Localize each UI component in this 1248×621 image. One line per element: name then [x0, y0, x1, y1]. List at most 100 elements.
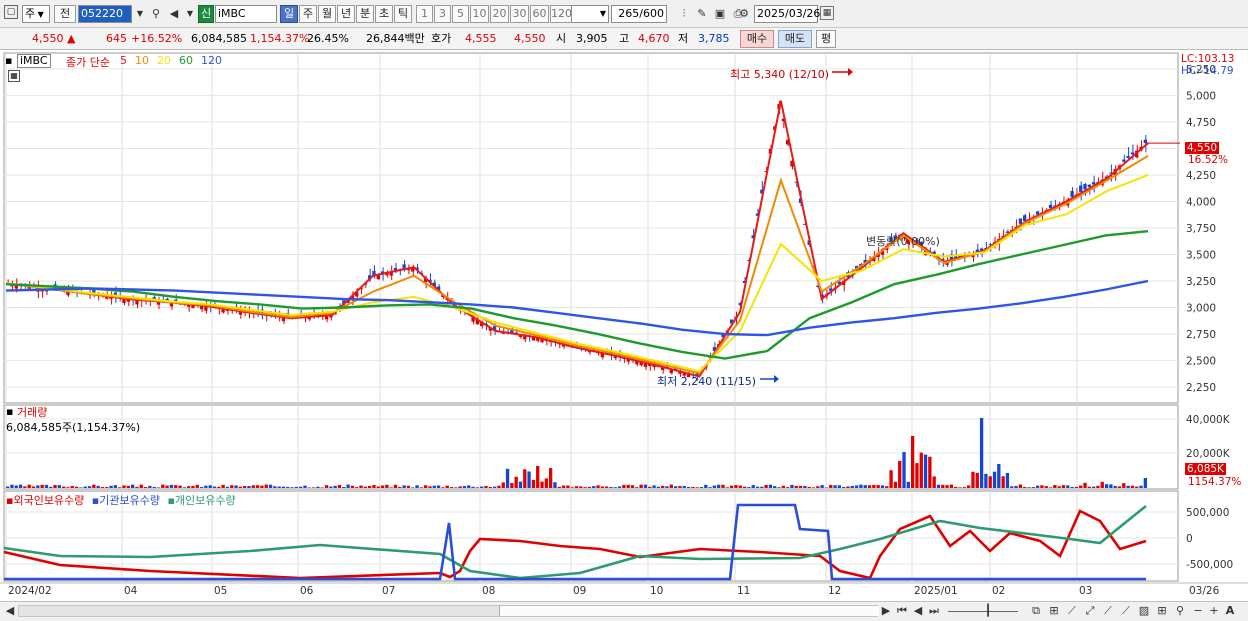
sell-button[interactable]: 매도 [778, 30, 812, 48]
interval-10[interactable]: 10 [470, 5, 489, 23]
gear-icon[interactable]: ⚙ [736, 6, 752, 22]
volume-bar [367, 485, 372, 488]
volume-bar [643, 484, 648, 488]
trend-icon[interactable]: ⟋ [1100, 603, 1116, 619]
speaker-icon[interactable]: ◀ [166, 6, 182, 22]
volume-bar [273, 486, 277, 488]
period-1[interactable]: 주 [299, 5, 317, 23]
minus-icon[interactable]: − [1190, 603, 1206, 619]
volume-bar [1143, 478, 1147, 488]
prev-button[interactable]: 전 [54, 5, 76, 23]
y-tick-label: 3,500 [1186, 250, 1216, 262]
volume-bar [893, 481, 898, 488]
volume-bar [768, 484, 773, 488]
interval-3[interactable]: 3 [434, 5, 451, 23]
interval-60[interactable]: 60 [530, 5, 549, 23]
draw-icon[interactable]: ⟋ [1064, 603, 1080, 619]
y-tick-label: 4,000 [1186, 196, 1216, 208]
volume-bar [648, 486, 652, 488]
date-input[interactable]: 2025/03/26 [754, 5, 820, 23]
y-tick-label: 3,250 [1186, 276, 1216, 288]
dropdown-icon[interactable]: ▼ [132, 6, 148, 22]
period-3[interactable]: 년 [337, 5, 355, 23]
x-tick-label: 09 [573, 585, 586, 597]
tool-icon[interactable]: ✎ [694, 6, 710, 22]
interval-30[interactable]: 30 [510, 5, 529, 23]
holdings-tick-label: 500,000 [1186, 507, 1229, 519]
avg-button[interactable]: 평 [816, 30, 836, 48]
volume-bar [691, 486, 695, 488]
market-select[interactable]: 주 ▼ [22, 5, 50, 23]
calendar-icon[interactable]: ▦ [820, 6, 834, 20]
search-icon[interactable]: ⚲ [148, 6, 164, 22]
forward-icon[interactable]: ⏭ [926, 603, 942, 619]
volume-bar [389, 487, 393, 488]
volume-bar [910, 436, 915, 488]
grid-icon[interactable]: ⊞ [1154, 603, 1170, 619]
volume-bar [1044, 486, 1048, 488]
save-icon[interactable]: ▣ [712, 6, 728, 22]
plus-icon[interactable]: + [1206, 603, 1222, 619]
zoom-slider-handle[interactable]: ┃ [980, 603, 996, 619]
image-icon[interactable]: ▨ [1136, 603, 1152, 619]
count-input[interactable]: 265/600 [611, 5, 667, 23]
code-input[interactable]: 052220 [78, 5, 132, 23]
candle-icon[interactable]: ⫶ [676, 6, 692, 22]
x-tick-label: 2025/01 [914, 585, 958, 597]
holdings-legend-1: ▪기관보유수량 [88, 494, 160, 507]
x-tick-label: 06 [300, 585, 314, 597]
volume-bar [462, 486, 467, 488]
interval-20[interactable]: 20 [490, 5, 509, 23]
scroll-left-icon[interactable]: ◀ [2, 603, 18, 619]
volume-bar [544, 478, 548, 488]
volume-bar [1027, 487, 1031, 488]
buy-button[interactable]: 매수 [740, 30, 774, 48]
volume-bar [760, 486, 764, 488]
volume-bar [1061, 485, 1066, 488]
back-icon[interactable]: ◀ [910, 603, 926, 619]
period-5[interactable]: 초 [375, 5, 393, 23]
interval-5[interactable]: 5 [452, 5, 469, 23]
volume-bar [355, 487, 359, 488]
volume-bar [518, 481, 523, 488]
volume-bar [174, 485, 178, 488]
volume-bar [1117, 486, 1122, 488]
interval-1[interactable]: 1 [416, 5, 433, 23]
zoom-in-icon[interactable]: ⚲ [1172, 603, 1188, 619]
volume-bar [734, 485, 738, 488]
rewind-icon[interactable]: ⏮ [894, 603, 910, 619]
volume-bar [436, 485, 441, 488]
period-0[interactable]: 일 [280, 5, 298, 23]
volume-bar [402, 485, 406, 488]
table-icon[interactable]: ▦ [8, 70, 20, 82]
trend2-icon[interactable]: ⟋ [1118, 603, 1134, 619]
volume-bar [66, 487, 70, 488]
play-icon[interactable]: ▶ [878, 603, 894, 619]
volume-bar [570, 487, 574, 488]
scrollbar-thumb[interactable] [499, 606, 879, 616]
period-4[interactable]: 분 [356, 5, 374, 23]
volume-bar [1074, 486, 1079, 488]
cursor-icon[interactable]: ⤢ [1082, 603, 1098, 619]
price-chart[interactable]: 2024/02 04 05 06 07 08 09 10 11 12 2025/01 02 03 03/2… [0, 51, 1248, 601]
volume-bar [480, 486, 484, 488]
volume-bar [837, 485, 842, 488]
volume-bar [729, 485, 734, 488]
layout-icon[interactable]: ⊞ [1046, 603, 1062, 619]
volume-bar [449, 487, 454, 488]
period-6[interactable]: 틱 [394, 5, 412, 23]
interval-120[interactable]: 120 [550, 5, 572, 23]
high-note: 최고 5,340 (12/10) [730, 68, 830, 81]
dropdown-icon[interactable]: ▼ [182, 6, 198, 22]
window-icon[interactable]: ▢ [4, 5, 18, 19]
scrollbar-track[interactable] [18, 605, 879, 617]
period-2[interactable]: 월 [318, 5, 336, 23]
font-size-button[interactable]: A [1222, 603, 1238, 619]
volume-bar [109, 485, 113, 488]
volume-bar [1023, 486, 1027, 488]
compare-icon[interactable]: ⧉ [1028, 603, 1044, 619]
volume-bar [932, 476, 936, 488]
custom-interval-input[interactable]: ▼ [571, 5, 609, 23]
y-tick-label: 4,750 [1186, 117, 1216, 129]
volume-bar [419, 487, 424, 488]
